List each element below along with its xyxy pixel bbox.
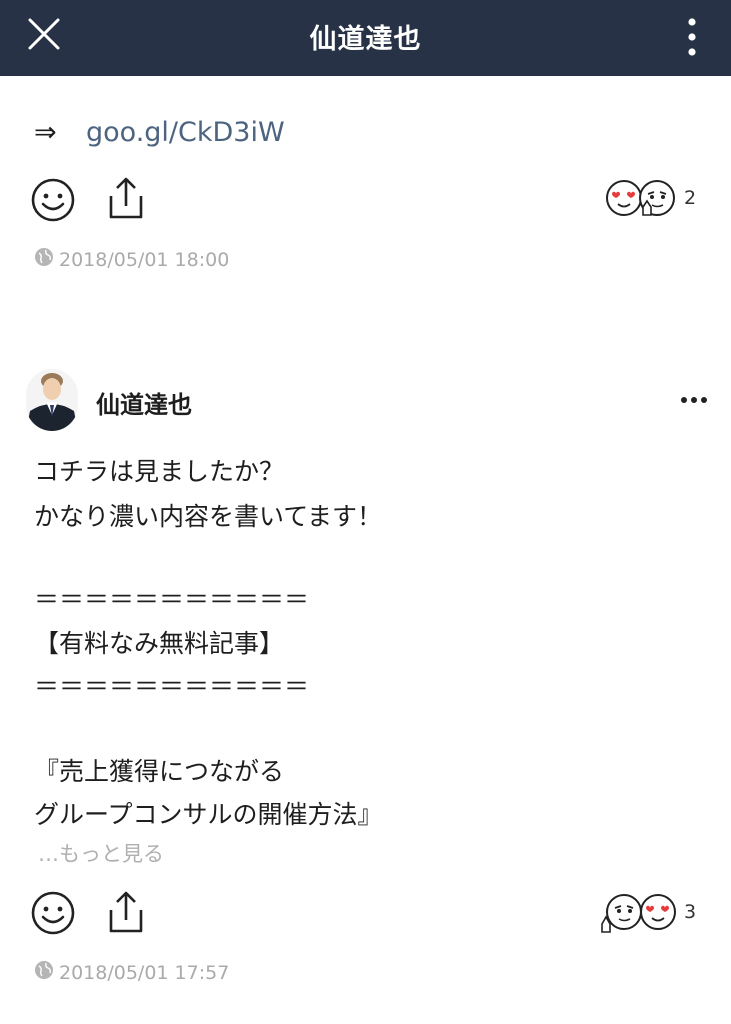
post-timestamp: 2018/05/01 18:00 xyxy=(34,247,229,272)
smiley-icon[interactable] xyxy=(30,890,76,936)
globe-icon xyxy=(34,960,54,985)
post-author[interactable]: 仙道達也 xyxy=(96,385,192,420)
arrow-text: ⇒ xyxy=(34,117,57,148)
post-body-line: ＝＝＝＝＝＝＝＝＝＝＝ xyxy=(34,672,310,701)
timestamp-text: 2018/05/01 17:57 xyxy=(59,961,230,984)
share-icon[interactable] xyxy=(104,890,148,936)
see-more-link[interactable]: …もっと見る xyxy=(38,838,164,868)
top-bar: 仙道達也 xyxy=(0,0,731,76)
reaction-count: 2 xyxy=(684,187,697,209)
post-body-line: コチラは見ましたか？ xyxy=(34,457,285,486)
page-title: 仙道達也 xyxy=(309,24,422,55)
post-body-line: 【有料なみ無料記事】 xyxy=(34,629,285,658)
reaction-stickers-icon[interactable] xyxy=(600,890,678,934)
post-link[interactable]: goo.gl/CkD3iW xyxy=(86,117,285,148)
reaction-stickers-icon[interactable] xyxy=(605,177,679,219)
link-row: ⇒ goo.gl/CkD3iW xyxy=(34,117,285,148)
reaction-count: 3 xyxy=(684,901,697,923)
globe-icon xyxy=(34,247,54,272)
post-body-line: かなり濃い内容を書いてます！ xyxy=(34,502,383,531)
vertical-dots-icon[interactable] xyxy=(680,16,704,58)
timestamp-text: 2018/05/01 18:00 xyxy=(59,248,230,271)
avatar[interactable] xyxy=(26,369,78,431)
post-body-line: 『売上獲得につながる xyxy=(34,757,285,786)
more-options-icon[interactable] xyxy=(676,386,712,414)
post-body-line: ＝＝＝＝＝＝＝＝＝＝＝ xyxy=(34,585,310,614)
share-icon[interactable] xyxy=(104,176,148,222)
post-body-line: グループコンサルの開催方法』 xyxy=(34,800,383,829)
post-timestamp: 2018/05/01 17:57 xyxy=(34,960,229,985)
smiley-icon[interactable] xyxy=(30,177,76,223)
